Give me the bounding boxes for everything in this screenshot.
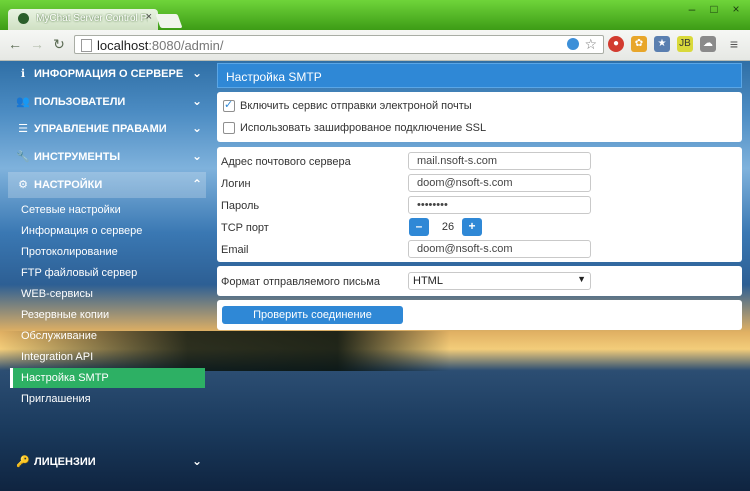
tcp-port-label: TCP порт	[221, 222, 269, 234]
chevron-down-icon: ⌄	[191, 94, 202, 108]
login-input[interactable]: doom@nsoft-s.com	[408, 174, 591, 192]
test-connection-button[interactable]: Проверить соединение	[222, 306, 403, 324]
cloud-extension-icon[interactable]: ☁	[700, 36, 716, 52]
sidebar-item-invitations[interactable]: Приглашения	[13, 389, 205, 409]
format-select[interactable]: HTML ▼	[408, 272, 591, 290]
jb-extension-icon[interactable]: JB	[677, 36, 693, 52]
enable-service-row[interactable]: Включить сервис отправки электроной почт…	[223, 98, 472, 118]
sidebar-item-maintenance[interactable]: Обслуживание	[13, 326, 205, 346]
sidebar-item-integration-api[interactable]: Integration API	[13, 347, 205, 367]
sidebar-item-smtp[interactable]: Настройка SMTP	[10, 368, 205, 388]
login-label: Логин	[221, 178, 251, 190]
wrench-icon: 🔧	[16, 151, 30, 163]
page-icon	[81, 39, 92, 52]
back-arrow-icon[interactable]: ←	[6, 36, 24, 52]
users-icon: 👥	[16, 96, 30, 108]
tab-title: MyChat Server Control Pa	[36, 12, 149, 24]
new-tab-button[interactable]	[155, 14, 183, 28]
email-label: Email	[221, 244, 249, 256]
password-label: Пароль	[221, 200, 260, 212]
bookmark-star-icon[interactable]: ☆	[584, 36, 597, 53]
sidebar-item-logging[interactable]: Протоколирование	[13, 242, 205, 262]
maximize-button[interactable]: □	[704, 2, 724, 16]
section-label: ПОЛЬЗОВАТЕЛИ	[34, 96, 126, 108]
format-label: Формат отправляемого письма	[221, 276, 380, 288]
sidebar-item-server-info[interactable]: Информация о сервере	[13, 221, 205, 241]
chevron-down-icon: ⌄	[191, 66, 202, 80]
reload-icon[interactable]: ↻	[50, 36, 68, 53]
section-label: ЛИЦЕНЗИИ	[34, 456, 96, 468]
enable-service-checkbox[interactable]	[223, 98, 235, 113]
chevron-down-icon: ⌄	[191, 121, 202, 135]
dropdown-arrow-icon: ▼	[577, 274, 586, 284]
address-bar[interactable]: localhost:8080/admin/ ☆	[74, 35, 604, 54]
sidebar-section-users[interactable]: 👥 ПОЛЬЗОВАТЕЛИ ⌄	[8, 89, 206, 115]
use-ssl-label: Использовать зашифрованое подключение SS…	[240, 122, 487, 134]
use-ssl-checkbox[interactable]	[223, 122, 235, 135]
list-icon: ☰	[18, 123, 28, 135]
sidebar-section-rights[interactable]: ☰ УПРАВЛЕНИЕ ПРАВАМИ ⌄	[8, 116, 206, 142]
server-input[interactable]: mail.nsoft-s.com	[408, 152, 591, 170]
info-icon: ℹ	[20, 68, 26, 80]
tab-close-icon[interactable]: ×	[146, 11, 152, 23]
stop-extension-icon[interactable]: ●	[608, 36, 624, 52]
lightning-icon[interactable]	[567, 38, 579, 50]
section-label: НАСТРОЙКИ	[34, 179, 103, 191]
forward-arrow-icon[interactable]: →	[28, 36, 46, 52]
url-path: :8080/admin/	[148, 38, 224, 53]
port-decrement-button[interactable]: –	[409, 218, 429, 236]
close-window-button[interactable]: ×	[726, 2, 746, 16]
panel-title: Настройка SMTP	[217, 63, 742, 88]
minimize-button[interactable]: –	[682, 2, 702, 16]
sidebar-item-web-services[interactable]: WEB-сервисы	[13, 284, 205, 304]
chevron-down-icon: ⌄	[191, 149, 202, 163]
enable-service-label: Включить сервис отправки электроной почт…	[240, 100, 472, 112]
section-label: ИНФОРМАЦИЯ О СЕРВЕРЕ	[34, 68, 184, 80]
url-host: localhost	[97, 38, 149, 53]
tab-favicon-icon	[18, 12, 29, 24]
format-select-value: HTML	[413, 275, 443, 287]
password-input[interactable]: ••••••••	[408, 196, 591, 214]
sidebar-section-server-info[interactable]: ℹ ИНФОРМАЦИЯ О СЕРВЕРЕ ⌄	[8, 61, 206, 87]
sidebar-item-network[interactable]: Сетевые настройки	[13, 200, 205, 220]
key-icon: 🔑	[16, 456, 30, 468]
sidebar-item-ftp[interactable]: FTP файловый сервер	[13, 263, 205, 283]
gears-icon: ⚙	[18, 179, 28, 191]
admin-page: ℹ ИНФОРМАЦИЯ О СЕРВЕРЕ ⌄ 👥 ПОЛЬЗОВАТЕЛИ ⌄ …	[0, 61, 750, 491]
browser-toolbar: ← → ↻ localhost:8080/admin/ ☆ ● ✿ ★ JB ☁…	[0, 30, 750, 61]
section-label: ИНСТРУМЕНТЫ	[34, 151, 121, 163]
port-increment-button[interactable]: +	[462, 218, 482, 236]
connection-fields-box: Адрес почтового сервера mail.nsoft-s.com…	[217, 147, 742, 262]
test-connection-box: Проверить соединение	[217, 300, 742, 330]
sidebar-section-settings[interactable]: ⚙ НАСТРОЙКИ ⌃	[8, 172, 206, 198]
section-label: УПРАВЛЕНИЕ ПРАВАМИ	[34, 123, 167, 135]
chevron-down-icon: ⌄	[191, 454, 202, 468]
star-box-extension-icon[interactable]: ★	[654, 36, 670, 52]
window-titlebar: MyChat Server Control Pa × – □ ×	[0, 0, 750, 30]
email-input[interactable]: doom@nsoft-s.com	[408, 240, 591, 258]
service-options-box: Включить сервис отправки электроной почт…	[217, 92, 742, 142]
sidebar-section-licenses[interactable]: 🔑 ЛИЦЕНЗИИ ⌄	[8, 449, 206, 475]
sidebar: ℹ ИНФОРМАЦИЯ О СЕРВЕРЕ ⌄ 👥 ПОЛЬЗОВАТЕЛИ ⌄ …	[0, 61, 215, 491]
sidebar-item-backups[interactable]: Резервные копии	[13, 305, 205, 325]
browser-tab[interactable]: MyChat Server Control Pa ×	[8, 9, 158, 30]
paw-extension-icon[interactable]: ✿	[631, 36, 647, 52]
format-box: Формат отправляемого письма HTML ▼	[217, 266, 742, 296]
server-label: Адрес почтового сервера	[221, 156, 351, 168]
chevron-up-icon: ⌃	[191, 177, 202, 191]
sidebar-section-tools[interactable]: 🔧 ИНСТРУМЕНТЫ ⌄	[8, 144, 206, 170]
port-value[interactable]: 26	[430, 218, 466, 236]
use-ssl-row[interactable]: Использовать зашифрованое подключение SS…	[223, 122, 486, 140]
menu-icon[interactable]: ≡	[726, 36, 742, 52]
